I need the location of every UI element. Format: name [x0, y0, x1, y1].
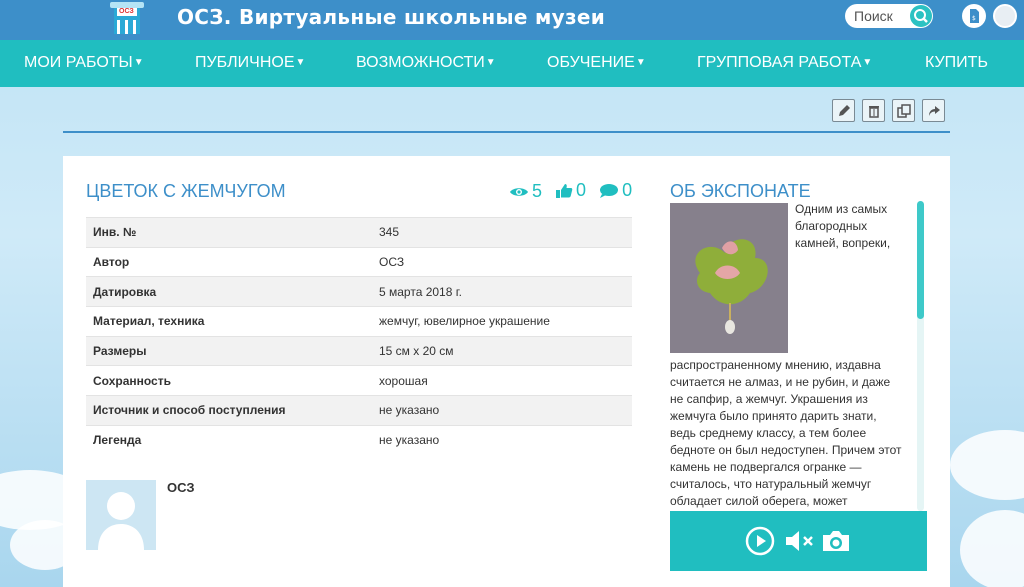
- search-box[interactable]: Поиск: [845, 4, 933, 28]
- property-key: Легенда: [86, 424, 372, 455]
- nav-label: ГРУППОВАЯ РАБОТА: [697, 54, 862, 71]
- property-key: Датировка: [86, 276, 372, 307]
- nav-group-work[interactable]: ГРУППОВАЯ РАБОТА▼: [697, 54, 872, 72]
- property-value: ОСЗ: [372, 246, 632, 277]
- caret-down-icon: ▼: [862, 57, 873, 68]
- property-value: не указано: [372, 395, 632, 426]
- comments-count: 0: [622, 180, 633, 200]
- search-icon[interactable]: [910, 5, 932, 27]
- likes-count: 0: [576, 180, 587, 200]
- table-row: Инв. № 345: [86, 217, 632, 248]
- nav-label: ОБУЧЕНИЕ: [547, 54, 635, 71]
- property-value: 15 см х 20 см: [372, 335, 632, 366]
- property-key: Источник и способ поступления: [86, 395, 372, 426]
- copy-button[interactable]: [892, 99, 915, 122]
- site-title[interactable]: ОСЗ. Виртуальные школьные музеи: [177, 5, 605, 29]
- views-stat: 5: [509, 181, 542, 202]
- likes-stat[interactable]: 0: [555, 180, 586, 201]
- thumbs-up-icon: [556, 183, 573, 198]
- pencil-icon: [839, 105, 850, 116]
- nav-my-works[interactable]: МОИ РАБОТЫ▼: [24, 54, 144, 72]
- nav-learning[interactable]: ОБУЧЕНИЕ▼: [547, 54, 646, 72]
- share-button[interactable]: [922, 99, 945, 122]
- table-row: Датировка 5 марта 2018 г.: [86, 276, 632, 307]
- delete-button[interactable]: [862, 99, 885, 122]
- property-value: жемчуг, ювелирное украшение: [372, 306, 632, 337]
- table-row: Легенда не указано: [86, 424, 632, 455]
- views-count: 5: [532, 181, 543, 201]
- mute-icon[interactable]: [783, 526, 815, 561]
- nav-buy[interactable]: КУПИТЬ: [925, 54, 988, 72]
- table-row: Материал, техника жемчуг, ювелирное украш…: [86, 306, 632, 337]
- copy-icon: [897, 104, 911, 118]
- share-arrow-icon: [929, 106, 940, 116]
- museum-logo-icon[interactable]: ОСЗ: [104, 0, 150, 36]
- property-key: Автор: [86, 246, 372, 277]
- user-avatar-icon[interactable]: [993, 4, 1017, 28]
- background-cloud: [960, 510, 1024, 587]
- table-row: Сохранность хорошая: [86, 365, 632, 396]
- property-value: 5 марта 2018 г.: [372, 276, 632, 307]
- author-avatar[interactable]: [86, 480, 156, 550]
- search-label: Поиск: [854, 8, 893, 24]
- divider: [63, 131, 950, 133]
- comments-stat[interactable]: 0: [599, 180, 632, 201]
- properties-table: Инв. № 345 Автор ОСЗ Датировка 5 марта 2018…: [86, 217, 632, 455]
- scrollbar-thumb[interactable]: [917, 201, 924, 319]
- play-icon[interactable]: [745, 526, 775, 561]
- nav-label: ВОЗМОЖНОСТИ: [356, 54, 485, 71]
- background-cloud: [950, 430, 1024, 500]
- top-header: ОСЗ ОСЗ. Виртуальные школьные музеи Поис…: [0, 0, 1024, 40]
- property-value: хорошая: [372, 365, 632, 396]
- about-title: ОБ ЭКСПОНАТЕ: [670, 181, 811, 201]
- nav-features[interactable]: ВОЗМОЖНОСТИ▼: [356, 54, 496, 72]
- nav-label: КУПИТЬ: [925, 54, 988, 71]
- media-bar: [670, 511, 927, 571]
- nav-label: ПУБЛИЧНОЕ: [195, 54, 295, 71]
- document-icon[interactable]: $: [962, 4, 986, 28]
- nav-public[interactable]: ПУБЛИЧНОЕ▼: [195, 54, 305, 72]
- main-nav: МОИ РАБОТЫ▼ ПУБЛИЧНОЕ▼ ВОЗМОЖНОСТИ▼ ОБУЧ…: [0, 40, 1024, 87]
- table-row: Автор ОСЗ: [86, 246, 632, 277]
- logo-label: ОСЗ: [119, 8, 134, 15]
- property-key: Размеры: [86, 335, 372, 366]
- table-row: Источник и способ поступления не указано: [86, 395, 632, 426]
- edit-button[interactable]: [832, 99, 855, 122]
- exhibit-photo[interactable]: [670, 203, 788, 353]
- property-key: Материал, техника: [86, 306, 372, 337]
- exhibit-card: ЦВЕТОК С ЖЕМЧУГОМ 5 0 0 Инв. № 345 Автор О…: [63, 156, 950, 587]
- caret-down-icon: ▼: [635, 57, 646, 68]
- comment-icon: [600, 183, 619, 198]
- camera-icon[interactable]: [820, 526, 852, 561]
- trash-icon: [869, 106, 879, 118]
- exhibit-title: ЦВЕТОК С ЖЕМЧУГОМ: [86, 181, 286, 201]
- property-key: Инв. №: [86, 217, 372, 248]
- property-value: не указано: [372, 424, 632, 455]
- caret-down-icon: ▼: [133, 57, 144, 68]
- about-content: Одним из самых благородных камней, вопре…: [670, 201, 903, 510]
- svg-text:$: $: [972, 15, 976, 22]
- author-name[interactable]: ОСЗ: [167, 480, 194, 495]
- nav-label: МОИ РАБОТЫ: [24, 54, 133, 71]
- caret-down-icon: ▼: [485, 57, 496, 68]
- property-key: Сохранность: [86, 365, 372, 396]
- table-row: Размеры 15 см х 20 см: [86, 335, 632, 366]
- property-value: 345: [372, 217, 632, 248]
- caret-down-icon: ▼: [295, 57, 306, 68]
- eye-icon: [510, 187, 528, 196]
- exhibit-stats: 5 0 0: [509, 180, 640, 204]
